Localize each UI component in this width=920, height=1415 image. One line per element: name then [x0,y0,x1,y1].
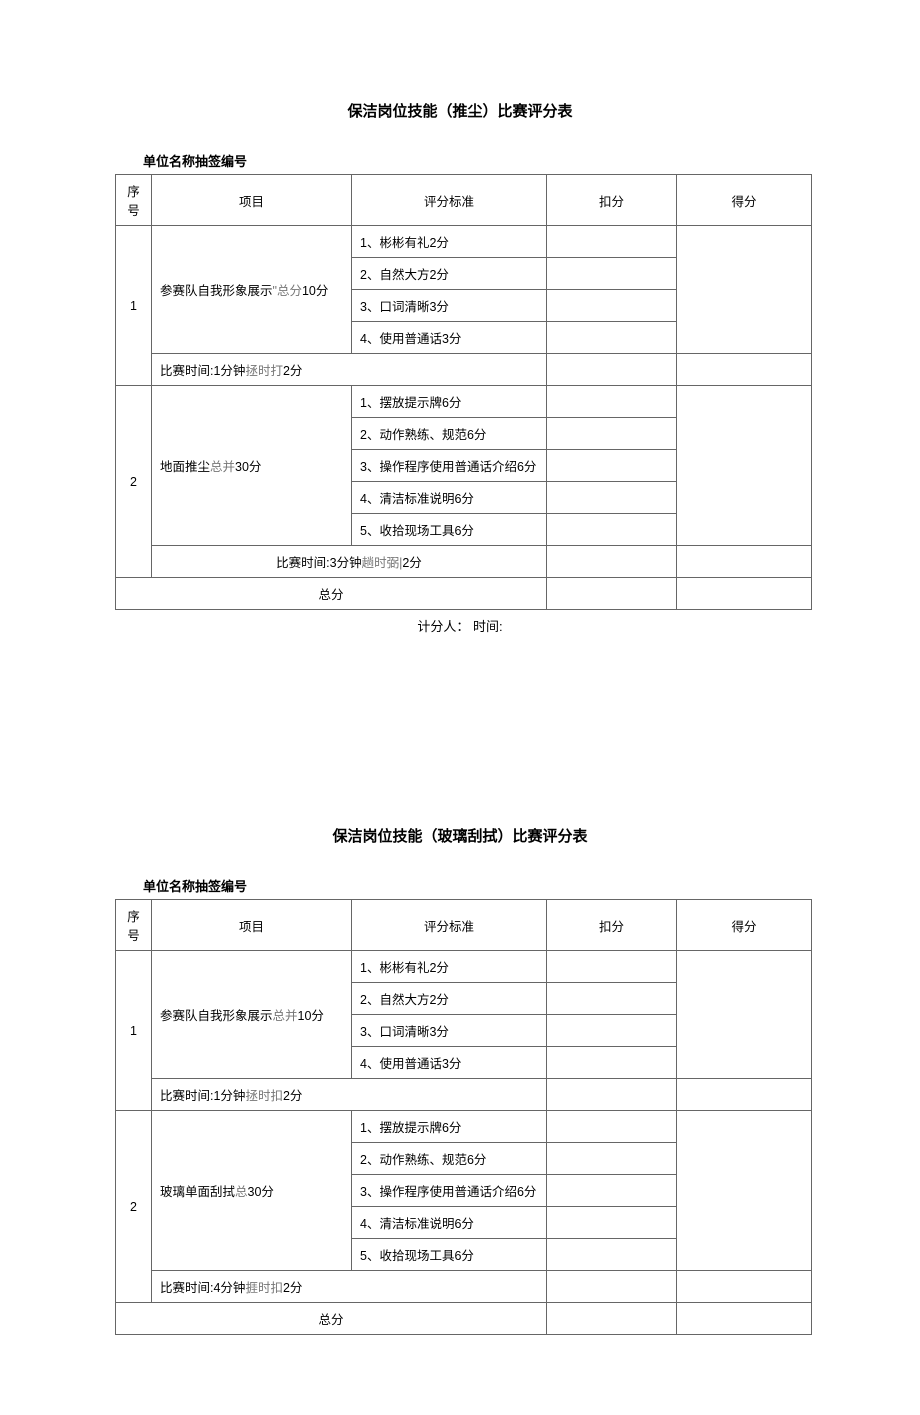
table-header-row: 序号 项目 评分标准 扣分 得分 [116,900,812,951]
table-row: 比赛时间:1分钟拯时打2分 [116,354,812,386]
subhead-1: 单位名称抽签编号 [143,151,805,170]
score-cell [677,1271,812,1303]
ded-cell [547,1271,677,1303]
table-header-row: 序号 项目 评分标准 扣分 得分 [116,175,812,226]
score-cell [677,1303,812,1335]
footer-1: 计分人： 时间: [115,616,805,635]
score-cell [677,386,812,546]
score-cell [677,546,812,578]
total-row: 总分 [116,1303,812,1335]
table-row: 1 参赛队自我形象展示"总分10分 1、彬彬有礼2分 [116,226,812,258]
item-cell: 参赛队自我形象展示总并10分 [152,951,352,1079]
item-cell: 参赛队自我形象展示"总分10分 [152,226,352,354]
seq-cell: 1 [116,226,152,386]
score-cell [677,578,812,610]
score-cell [677,951,812,1079]
score-cell [677,1079,812,1111]
std-cell: 1、彬彬有礼2分 [352,951,547,983]
std-cell: 2、自然大方2分 [352,983,547,1015]
std-cell: 3、操作程序使用普通话介绍6分 [352,450,547,482]
col-seq: 序号 [116,900,152,951]
std-cell: 2、动作熟练、规范6分 [352,418,547,450]
table-row: 2 玻璃单面刮拭总30分 1、摆放提示牌6分 [116,1111,812,1143]
timing-cell: 比赛时间:4分钟捱时扣2分 [152,1271,547,1303]
col-ded: 扣分 [547,900,677,951]
score-cell [677,226,812,354]
ded-cell [547,386,677,418]
subhead-2: 单位名称抽签编号 [143,876,805,895]
timing-cell: 比赛时间:1分钟拯时打2分 [152,354,547,386]
total-row: 总分 [116,578,812,610]
ded-cell [547,951,677,983]
std-cell: 1、摆放提示牌6分 [352,1111,547,1143]
total-label: 总分 [116,578,547,610]
score-cell [677,354,812,386]
table-row: 比赛时间:1分钟拯时扣2分 [116,1079,812,1111]
ded-cell [547,1143,677,1175]
ded-cell [547,578,677,610]
ded-cell [547,1207,677,1239]
std-cell: 4、使用普通话3分 [352,322,547,354]
score-cell [677,1111,812,1271]
ded-cell [547,354,677,386]
ded-cell [547,226,677,258]
ded-cell [547,1111,677,1143]
std-cell: 4、清洁标准说明6分 [352,482,547,514]
timing-cell: 比赛时间:3分钟趟时弼|2分 [152,546,547,578]
std-cell: 4、使用普通话3分 [352,1047,547,1079]
seq-cell: 2 [116,386,152,578]
score-table-1: 序号 项目 评分标准 扣分 得分 1 参赛队自我形象展示"总分10分 1、彬彬有… [115,174,812,610]
std-cell: 3、口词清晰3分 [352,1015,547,1047]
score-table-2: 序号 项目 评分标准 扣分 得分 1 参赛队自我形象展示总并10分 1、彬彬有礼… [115,899,812,1335]
std-cell: 2、动作熟练、规范6分 [352,1143,547,1175]
col-score: 得分 [677,900,812,951]
std-cell: 1、彬彬有礼2分 [352,226,547,258]
ded-cell [547,1239,677,1271]
col-item: 项目 [152,900,352,951]
ded-cell [547,482,677,514]
col-seq: 序号 [116,175,152,226]
total-label: 总分 [116,1303,547,1335]
title-2: 保洁岗位技能（玻璃刮拭）比赛评分表 [115,825,805,846]
std-cell: 5、收拾现场工具6分 [352,514,547,546]
title-1: 保洁岗位技能（推尘）比赛评分表 [115,100,805,121]
std-cell: 3、口词清晰3分 [352,290,547,322]
std-cell: 2、自然大方2分 [352,258,547,290]
std-cell: 3、操作程序使用普通话介绍6分 [352,1175,547,1207]
col-std: 评分标准 [352,175,547,226]
table-row: 比赛时间:3分钟趟时弼|2分 [116,546,812,578]
ded-cell [547,322,677,354]
std-cell: 4、清洁标准说明6分 [352,1207,547,1239]
seq-cell: 1 [116,951,152,1111]
std-cell: 1、摆放提示牌6分 [352,386,547,418]
timing-cell: 比赛时间:1分钟拯时扣2分 [152,1079,547,1111]
table-row: 1 参赛队自我形象展示总并10分 1、彬彬有礼2分 [116,951,812,983]
ded-cell [547,258,677,290]
col-ded: 扣分 [547,175,677,226]
ded-cell [547,1175,677,1207]
ded-cell [547,983,677,1015]
table-row: 比赛时间:4分钟捱时扣2分 [116,1271,812,1303]
table-row: 2 地面推尘总并30分 1、摆放提示牌6分 [116,386,812,418]
ded-cell [547,514,677,546]
ded-cell [547,1303,677,1335]
item-cell: 地面推尘总并30分 [152,386,352,546]
ded-cell [547,290,677,322]
ded-cell [547,1047,677,1079]
seq-cell: 2 [116,1111,152,1303]
ded-cell [547,450,677,482]
ded-cell [547,1079,677,1111]
ded-cell [547,546,677,578]
std-cell: 5、收拾现场工具6分 [352,1239,547,1271]
ded-cell [547,418,677,450]
col-item: 项目 [152,175,352,226]
ded-cell [547,1015,677,1047]
item-cell: 玻璃单面刮拭总30分 [152,1111,352,1271]
col-std: 评分标准 [352,900,547,951]
col-score: 得分 [677,175,812,226]
